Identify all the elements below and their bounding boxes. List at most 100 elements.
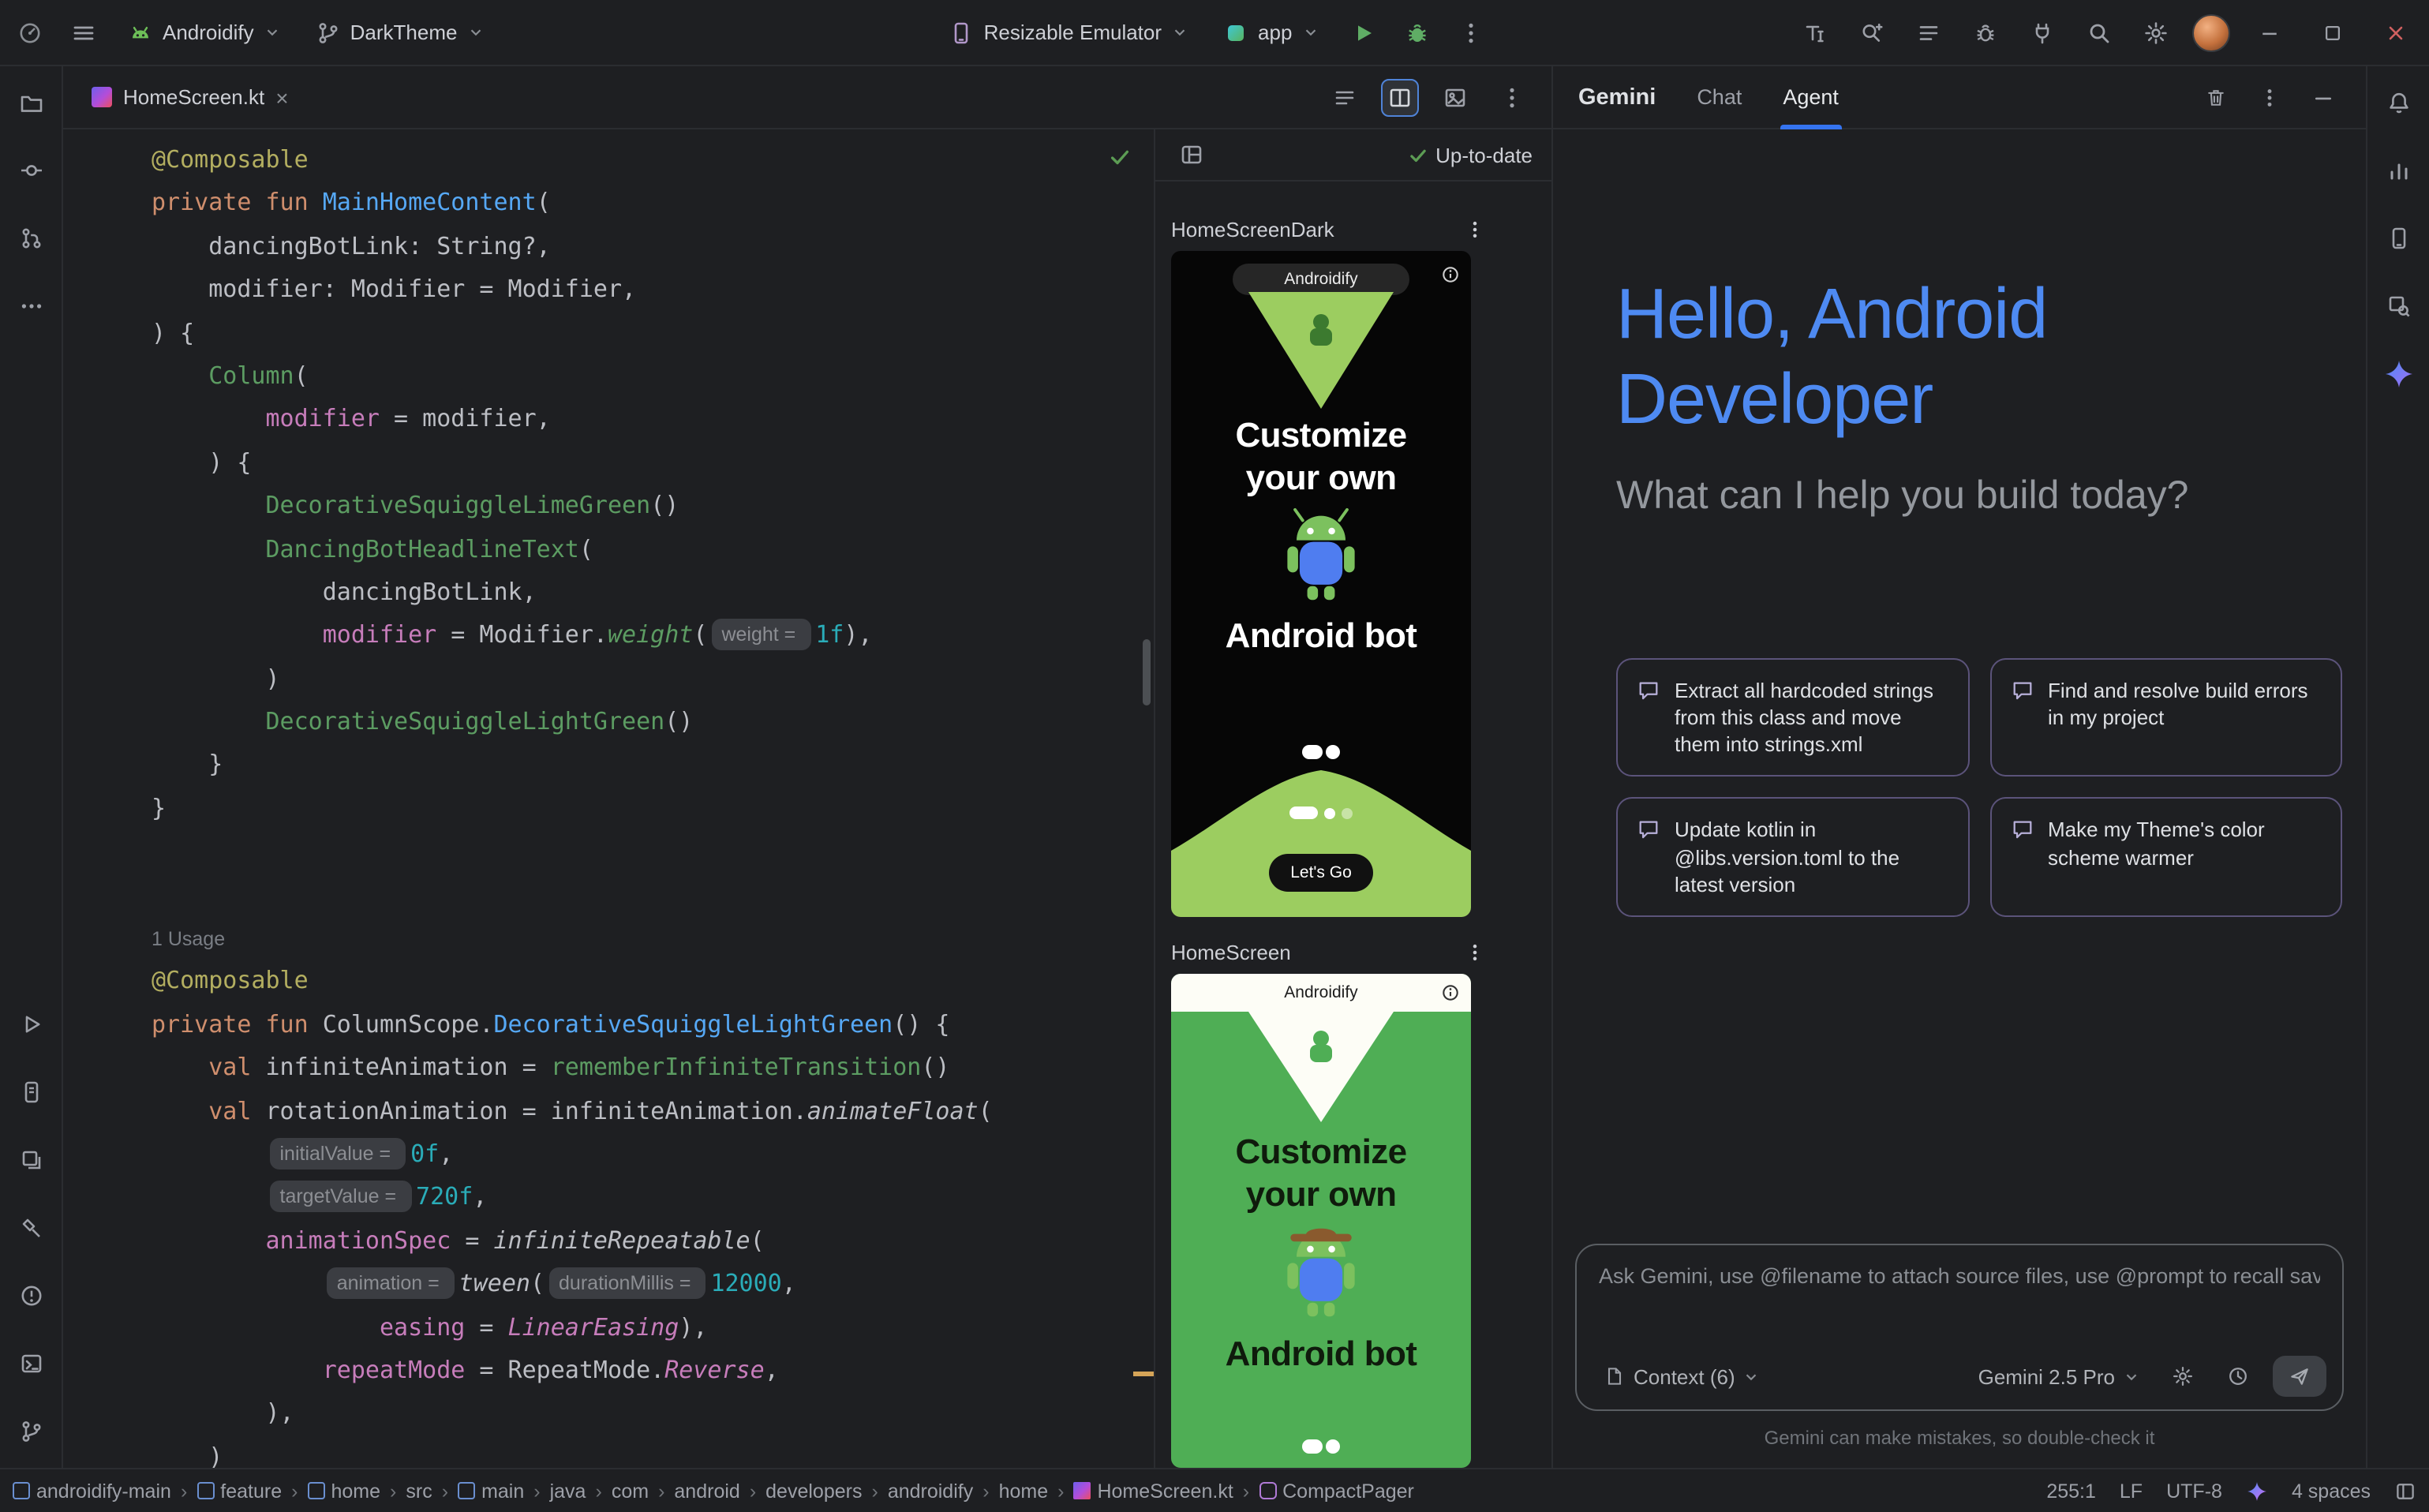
prompt-settings-icon[interactable] xyxy=(2162,1356,2203,1397)
run-configuration-selector[interactable]: app xyxy=(1212,15,1330,50)
run-button[interactable] xyxy=(1342,12,1383,53)
code-view-icon[interactable] xyxy=(1324,77,1365,118)
plugin-icon[interactable] xyxy=(2022,12,2063,53)
code-line[interactable]: val infiniteAnimation = rememberInfinite… xyxy=(152,1046,1154,1090)
breadcrumb-item[interactable]: java xyxy=(550,1480,586,1502)
code-line[interactable]: animation = tween(durationMillis = 12000… xyxy=(152,1263,1154,1306)
code-line[interactable]: ), xyxy=(152,1393,1154,1436)
design-view-icon[interactable] xyxy=(1435,77,1476,118)
caret-position[interactable]: 255:1 xyxy=(2046,1480,2096,1502)
code-line[interactable]: easing = LinearEasing), xyxy=(152,1306,1154,1349)
search-sparkle-icon[interactable] xyxy=(1851,12,1892,53)
breadcrumb-item[interactable]: main xyxy=(458,1480,524,1502)
window-layout-icon[interactable] xyxy=(2394,1480,2416,1502)
model-selector[interactable]: Gemini 2.5 Pro xyxy=(1971,1360,2148,1393)
tab-homescreen-kt[interactable]: HomeScreen.kt × xyxy=(76,66,305,128)
breadcrumb-item[interactable]: androidify xyxy=(888,1480,973,1502)
preview-device-light[interactable]: Androidify Customize your own xyxy=(1171,974,1471,1468)
preview-menu-icon[interactable] xyxy=(1458,936,1490,967)
gemini-suggestion-card[interactable]: Find and resolve build errors in my proj… xyxy=(1989,658,2342,777)
context-selector[interactable]: Context (6) xyxy=(1596,1360,1768,1393)
gemini-suggestion-card[interactable]: Extract all hardcoded strings from this … xyxy=(1616,658,1969,777)
code-line[interactable]: private fun MainHomeContent( xyxy=(152,182,1154,226)
code-editor[interactable]: @Composableprivate fun MainHomeContent( … xyxy=(63,129,1154,1468)
commit-tool-icon[interactable] xyxy=(10,150,51,191)
debug-button[interactable] xyxy=(1396,12,1437,53)
preview-menu-icon[interactable] xyxy=(1458,213,1490,245)
gemini-suggestion-card[interactable]: Make my Theme's color scheme warmer xyxy=(1989,798,2342,917)
app-inspection-icon[interactable] xyxy=(2378,286,2419,327)
delete-conversation-icon[interactable] xyxy=(2195,77,2236,118)
code-line[interactable]: dancingBotLink, xyxy=(152,571,1154,615)
history-icon[interactable] xyxy=(2218,1356,2259,1397)
indent-setting[interactable]: 4 spaces xyxy=(2292,1480,2371,1502)
preview-device-dark[interactable]: Androidify Customize your own xyxy=(1171,251,1471,917)
breadcrumb-item[interactable]: feature xyxy=(196,1480,282,1502)
code-line[interactable]: dancingBotLink: String?, xyxy=(152,226,1154,269)
problems-tool-icon[interactable] xyxy=(10,1275,51,1316)
build-variants-icon[interactable] xyxy=(10,1140,51,1181)
text-tool-icon[interactable] xyxy=(1795,12,1836,53)
editor-scrollbar-thumb[interactable] xyxy=(1143,639,1151,705)
code-line[interactable]: modifier: Modifier = Modifier, xyxy=(152,268,1154,312)
build-tool-icon[interactable] xyxy=(10,1207,51,1248)
breadcrumb-item[interactable]: home xyxy=(999,1480,1049,1502)
code-line[interactable]: initialValue = 0f, xyxy=(152,1133,1154,1177)
code-line[interactable]: ) { xyxy=(152,312,1154,355)
window-maximize-button[interactable] xyxy=(2309,12,2356,53)
window-minimize-button[interactable] xyxy=(2246,12,2293,53)
code-line[interactable]: ) { xyxy=(152,441,1154,485)
preview-name-dark[interactable]: HomeScreenDark xyxy=(1171,217,1334,241)
bug-report-icon[interactable] xyxy=(1965,12,2006,53)
breadcrumb-item[interactable]: HomeScreen.kt xyxy=(1073,1480,1233,1502)
terminal-tool-icon[interactable] xyxy=(10,1343,51,1384)
code-line[interactable]: modifier = modifier, xyxy=(152,399,1154,442)
task-list-icon[interactable] xyxy=(1908,12,1949,53)
device-selector[interactable]: Resizable Emulator xyxy=(938,15,1200,50)
project-tool-icon[interactable] xyxy=(10,82,51,123)
code-line[interactable]: 1 Usage xyxy=(152,917,1154,960)
tab-close-icon[interactable]: × xyxy=(275,86,288,108)
gemini-prompt-box[interactable]: Ask Gemini, use @filename to attach sour… xyxy=(1575,1244,2344,1411)
code-line[interactable]: Column( xyxy=(152,355,1154,399)
code-line[interactable]: DancingBotHeadlineText( xyxy=(152,528,1154,571)
code-line[interactable]: targetValue = 720f, xyxy=(152,1177,1154,1220)
main-menu-icon[interactable] xyxy=(63,12,104,53)
breadcrumb-item[interactable]: com xyxy=(612,1480,649,1502)
code-line[interactable]: val rotationAnimation = infiniteAnimatio… xyxy=(152,1090,1154,1133)
project-selector[interactable]: Androidify xyxy=(117,15,292,50)
gemini-menu-icon[interactable] xyxy=(2249,77,2290,118)
inspections-ok-icon[interactable] xyxy=(1108,145,1132,169)
send-button[interactable] xyxy=(2273,1356,2326,1397)
breadcrumb-item[interactable]: src xyxy=(406,1480,432,1502)
run-tool-icon[interactable] xyxy=(10,1004,51,1045)
file-encoding[interactable]: UTF-8 xyxy=(2166,1480,2222,1502)
search-everywhere-icon[interactable] xyxy=(2079,12,2120,53)
breadcrumb-item[interactable]: android xyxy=(674,1480,739,1502)
hide-panel-icon[interactable] xyxy=(2303,77,2344,118)
more-tools-icon[interactable] xyxy=(10,286,51,327)
breadcrumb-item[interactable]: developers xyxy=(765,1480,862,1502)
line-ending[interactable]: LF xyxy=(2120,1480,2143,1502)
code-line[interactable]: @Composable xyxy=(152,139,1154,182)
pull-requests-icon[interactable] xyxy=(10,218,51,259)
code-line[interactable]: @Composable xyxy=(152,960,1154,1004)
profiler-icon[interactable] xyxy=(2378,150,2419,191)
code-line[interactable]: DecorativeSquiggleLightGreen() xyxy=(152,701,1154,744)
code-line[interactable]: } xyxy=(152,788,1154,831)
tab-agent[interactable]: Agent xyxy=(1783,66,1839,129)
more-actions-icon[interactable] xyxy=(1450,12,1491,53)
running-devices-icon[interactable] xyxy=(2378,218,2419,259)
user-avatar[interactable] xyxy=(2192,13,2230,51)
breadcrumb-item[interactable]: CompactPager xyxy=(1259,1480,1414,1502)
gemini-suggestion-card[interactable]: Update kotlin in @libs.version.toml to t… xyxy=(1616,798,1969,917)
code-line[interactable]: } xyxy=(152,744,1154,788)
code-line[interactable]: animationSpec = infiniteRepeatable( xyxy=(152,1220,1154,1263)
editor-menu-icon[interactable] xyxy=(1491,77,1533,118)
code-line[interactable]: repeatMode = RepeatMode.Reverse, xyxy=(152,1349,1154,1393)
breadcrumb-item[interactable]: androidify-main xyxy=(13,1480,171,1502)
info-icon[interactable] xyxy=(1441,983,1460,1002)
lets-go-button[interactable]: Let's Go xyxy=(1269,854,1373,892)
preview-build-status[interactable]: Up-to-date xyxy=(1407,143,1533,167)
preview-name-light[interactable]: HomeScreen xyxy=(1171,940,1291,964)
